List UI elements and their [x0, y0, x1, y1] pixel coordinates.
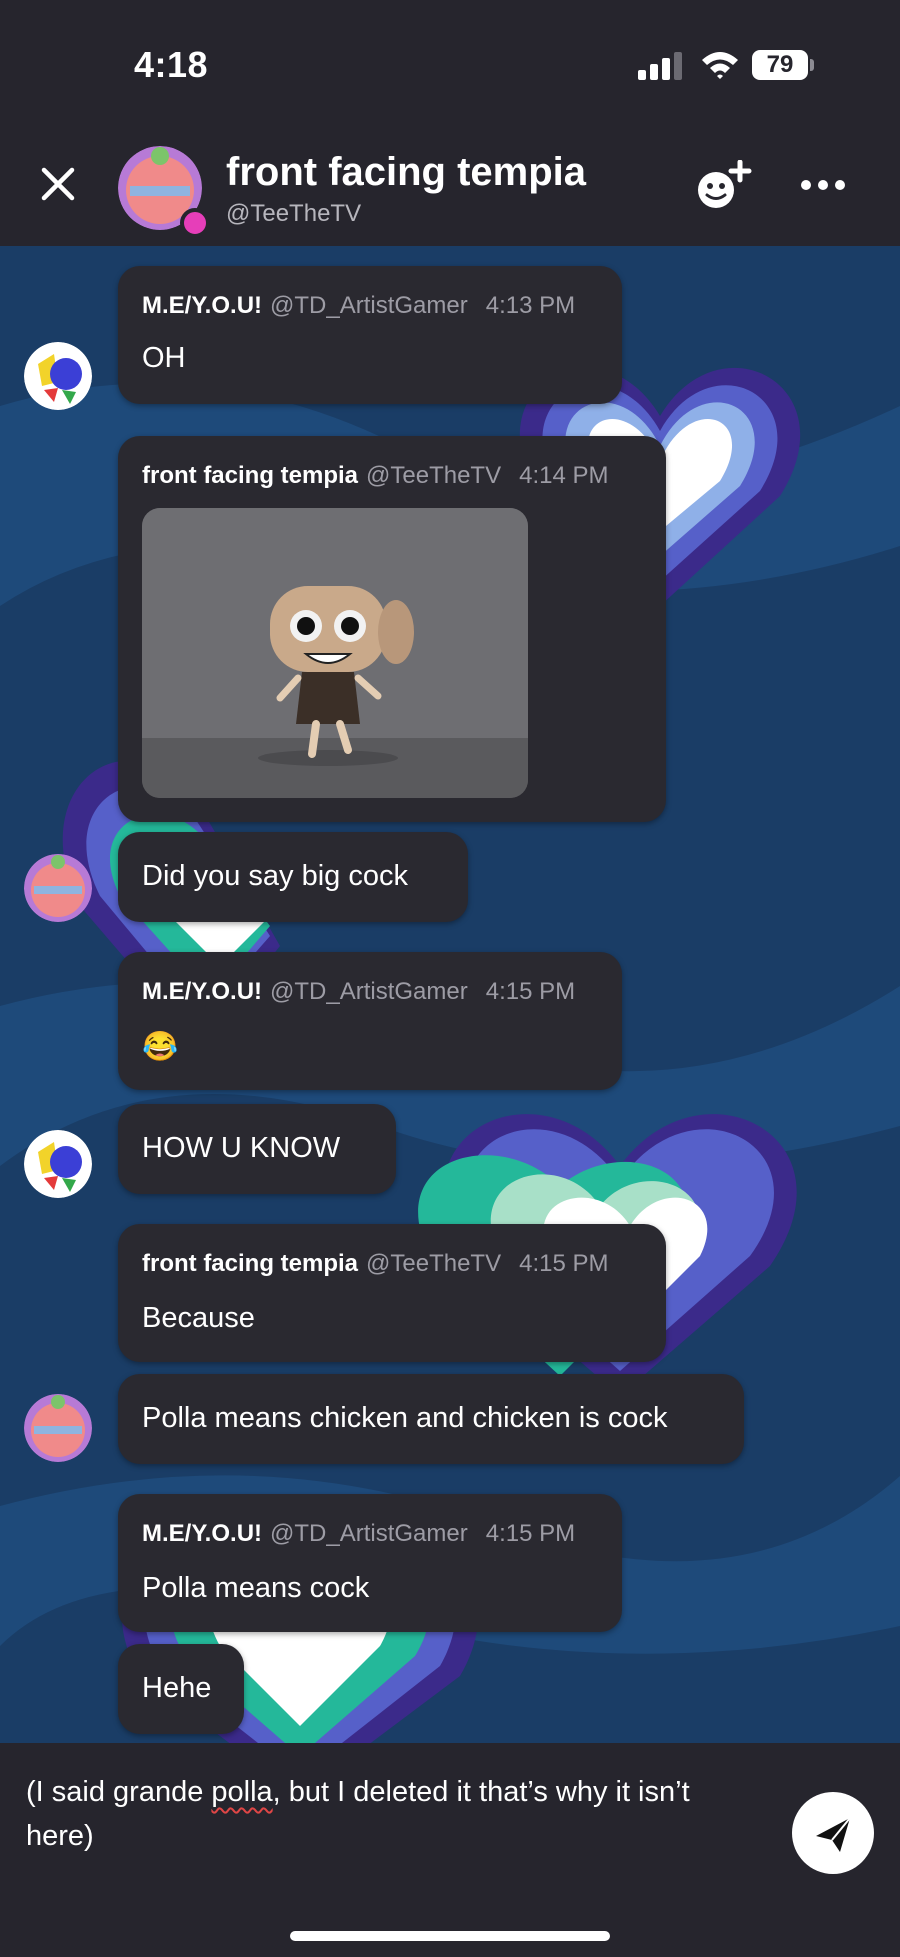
message-bubble[interactable]: HOW U KNOW — [118, 1104, 396, 1194]
battery-tip — [810, 59, 814, 71]
signal-icon — [638, 52, 682, 80]
add-friend-icon[interactable] — [694, 160, 752, 210]
close-icon[interactable] — [38, 164, 78, 204]
message-bubble[interactable]: M.E/Y.O.U! @TD_ArtistGamer 4:15 PM 😂 — [118, 952, 622, 1090]
message-bubble[interactable]: Hehe — [118, 1644, 244, 1734]
avatar[interactable] — [24, 1394, 92, 1462]
avatar[interactable] — [24, 854, 92, 922]
message-author: M.E/Y.O.U! — [142, 978, 263, 1005]
message-text: HOW U KNOW — [142, 1132, 341, 1164]
header-handle: @TeeTheTV — [226, 200, 362, 227]
wifi-icon — [702, 52, 738, 79]
message-bubble[interactable]: Did you say big cock — [118, 832, 468, 922]
message-time: 4:15 PM — [485, 1520, 576, 1547]
message-text: OH — [142, 342, 186, 374]
message-bubble[interactable]: M.E/Y.O.U! @TD_ArtistGamer 4:15 PM Polla m… — [118, 1494, 622, 1632]
message-text: Hehe — [142, 1672, 212, 1704]
message-handle: @TeeTheTV — [366, 1250, 502, 1277]
avatar[interactable] — [24, 1130, 92, 1198]
message-author: M.E/Y.O.U! — [142, 292, 263, 319]
online-status-dot — [180, 208, 210, 238]
message-bubble[interactable]: M.E/Y.O.U! @TD_ArtistGamer 4:13 PM OH — [118, 266, 622, 404]
send-button[interactable] — [792, 1792, 874, 1874]
message-handle: @TD_ArtistGamer — [270, 292, 468, 319]
avatar[interactable] — [24, 342, 92, 410]
message-time: 4:13 PM — [485, 292, 576, 319]
message-bubble[interactable]: Polla means chicken and chicken is cock — [118, 1374, 744, 1464]
send-icon — [816, 1817, 851, 1852]
message-time: 4:14 PM — [519, 462, 609, 489]
message-author: front facing tempia — [142, 462, 359, 489]
message-text: Polla means cock — [142, 1572, 370, 1604]
more-icon[interactable] — [800, 172, 846, 198]
battery-indicator: 79 — [752, 50, 808, 80]
page-title: front facing tempia — [226, 150, 587, 194]
spellcheck-word[interactable]: polla — [211, 1776, 272, 1808]
message-time: 4:15 PM — [519, 1250, 609, 1277]
image-attachment[interactable] — [142, 508, 528, 798]
message-text: Polla means chicken and chicken is cock — [142, 1402, 668, 1434]
message-list[interactable]: M.E/Y.O.U! @TD_ArtistGamer 4:13 PM OH fron… — [0, 246, 900, 1743]
message-author: M.E/Y.O.U! — [142, 1520, 263, 1547]
message-text: 😂 — [142, 1031, 179, 1063]
status-time: 4:18 — [134, 44, 209, 85]
message-handle: @TeeTheTV — [366, 462, 502, 489]
message-text: Because — [142, 1302, 255, 1334]
home-indicator[interactable] — [290, 1931, 610, 1941]
message-handle: @TD_ArtistGamer — [270, 978, 468, 1005]
message-bubble[interactable]: front facing tempia @TeeTheTV 4:14 PM — [118, 436, 666, 822]
message-input[interactable]: (I said grande polla, but I deleted it t… — [26, 1770, 726, 1858]
message-time: 4:15 PM — [485, 978, 576, 1005]
composer-text-start: (I said grande — [26, 1776, 212, 1808]
message-handle: @TD_ArtistGamer — [270, 1520, 468, 1547]
message-text: Did you say big cock — [142, 860, 408, 892]
message-bubble[interactable]: front facing tempia @TeeTheTV 4:15 PM Beca… — [118, 1224, 666, 1362]
message-author: front facing tempia — [142, 1250, 359, 1277]
